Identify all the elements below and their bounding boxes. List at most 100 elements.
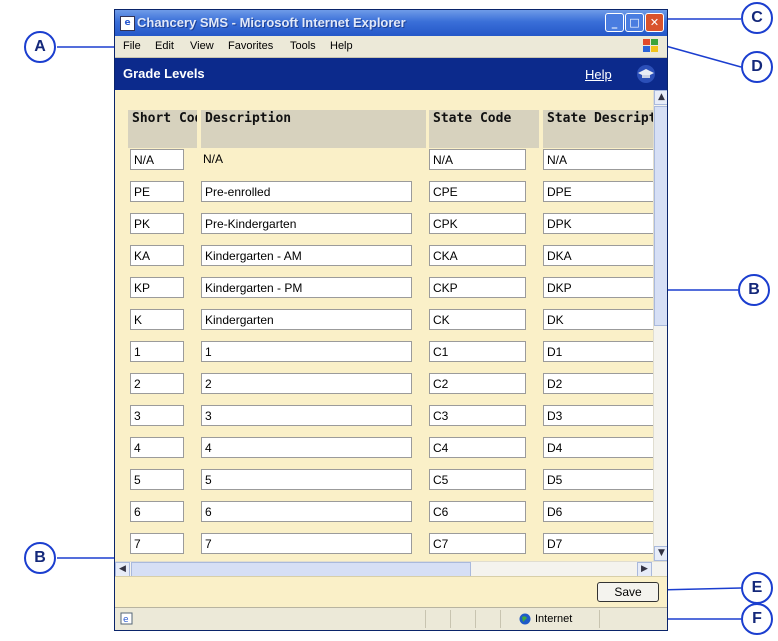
state-code-field[interactable]: C7 [429,533,526,554]
state-code-field[interactable]: C4 [429,437,526,458]
ie-icon: e [120,16,135,31]
short-code-field[interactable]: 3 [130,405,184,426]
state-code-field[interactable]: C3 [429,405,526,426]
state-description-field[interactable]: D3 [543,405,653,426]
window-title: Chancery SMS - Microsoft Internet Explor… [137,15,406,30]
state-code-field[interactable]: C1 [429,341,526,362]
description-field[interactable]: 3 [201,405,412,426]
description-field[interactable]: Kindergarten - PM [201,277,412,298]
short-code-field[interactable]: 7 [130,533,184,554]
scroll-right-icon[interactable]: ▶ [637,562,652,577]
description-field[interactable]: 4 [201,437,412,458]
minimize-button[interactable]: _ [605,13,624,32]
callout-c: C [741,2,773,34]
status-divider [475,610,476,628]
callout-b-vertical: B [738,274,770,306]
description-field[interactable]: Pre-Kindergarten [201,213,412,234]
header-short-code: Short Code [128,110,197,148]
save-button[interactable]: Save [597,582,659,602]
state-description-field[interactable]: D7 [543,533,653,554]
maximize-button[interactable]: □ [625,13,644,32]
state-description-field[interactable]: DPK [543,213,653,234]
description-field[interactable]: 5 [201,469,412,490]
state-description-field[interactable]: D5 [543,469,653,490]
state-code-field[interactable]: CK [429,309,526,330]
short-code-field[interactable]: PK [130,213,184,234]
menu-favorites[interactable]: Favorites [228,40,273,52]
state-description-field[interactable]: N/A [543,149,653,170]
status-divider [500,610,501,628]
description-field[interactable]: Kindergarten [201,309,412,330]
description-field[interactable]: 7 [201,533,412,554]
state-code-field[interactable]: CPK [429,213,526,234]
close-button[interactable]: ✕ [645,13,664,32]
browser-window: e Chancery SMS - Microsoft Internet Expl… [114,9,668,631]
grade-levels-table: Short Code Description State Code State … [115,90,653,561]
state-description-field[interactable]: DKA [543,245,653,266]
vertical-scroll-thumb[interactable] [654,106,667,326]
state-description-field[interactable]: D4 [543,437,653,458]
scroll-left-icon[interactable]: ◀ [115,562,130,577]
horizontal-scrollbar[interactable]: ◀ ▶ [115,561,667,577]
state-code-field[interactable]: C5 [429,469,526,490]
page-status-icon: e [120,612,133,625]
status-divider [599,610,600,628]
short-code-field[interactable]: KP [130,277,184,298]
short-code-field[interactable]: 5 [130,469,184,490]
short-code-field[interactable]: N/A [130,149,184,170]
header-description: Description [201,110,426,148]
menu-view[interactable]: View [190,40,214,52]
menu-edit[interactable]: Edit [155,40,174,52]
horizontal-scroll-thumb[interactable] [131,562,471,577]
page-title: Grade Levels [123,66,205,81]
action-footer: Save [115,576,667,607]
short-code-field[interactable]: PE [130,181,184,202]
security-zone: Internet [535,613,573,625]
callout-e: E [741,572,773,604]
state-description-field[interactable]: D6 [543,501,653,522]
status-bar: e Internet [115,607,667,630]
callout-f: F [741,603,773,635]
short-code-field[interactable]: 4 [130,437,184,458]
short-code-field[interactable]: KA [130,245,184,266]
scroll-up-icon[interactable]: ▲ [654,90,667,105]
state-code-field[interactable]: C6 [429,501,526,522]
short-code-field[interactable]: 2 [130,373,184,394]
short-code-field[interactable]: 6 [130,501,184,522]
menu-file[interactable]: File [123,40,141,52]
menu-tools[interactable]: Tools [290,40,316,52]
status-divider [425,610,426,628]
description-field[interactable]: 2 [201,373,412,394]
state-code-field[interactable]: CKA [429,245,526,266]
short-code-field[interactable]: K [130,309,184,330]
state-description-field[interactable]: DPE [543,181,653,202]
graduation-cap-icon [637,65,655,83]
app-header: Grade Levels Help [115,58,667,90]
title-bar[interactable]: e Chancery SMS - Microsoft Internet Expl… [115,10,667,36]
state-code-field[interactable]: N/A [429,149,526,170]
short-code-field[interactable]: 1 [130,341,184,362]
header-state-description: State Descripti [543,110,653,148]
menu-bar: File Edit View Favorites Tools Help [115,36,667,58]
description-text: N/A [203,152,224,166]
state-description-field[interactable]: D2 [543,373,653,394]
description-field[interactable]: 6 [201,501,412,522]
callout-d: D [741,51,773,83]
svg-text:e: e [123,615,129,625]
description-field[interactable]: 1 [201,341,412,362]
description-field[interactable]: Kindergarten - AM [201,245,412,266]
status-divider [450,610,451,628]
state-code-field[interactable]: CPE [429,181,526,202]
state-description-field[interactable]: DKP [543,277,653,298]
state-code-field[interactable]: C2 [429,373,526,394]
state-description-field[interactable]: DK [543,309,653,330]
globe-icon [519,613,531,625]
vertical-scrollbar[interactable]: ▲ ▼ [653,90,667,561]
state-description-field[interactable]: D1 [543,341,653,362]
description-field[interactable]: Pre-enrolled [201,181,412,202]
callout-b-horizontal: B [24,542,56,574]
scroll-down-icon[interactable]: ▼ [654,546,667,561]
state-code-field[interactable]: CKP [429,277,526,298]
menu-help[interactable]: Help [330,40,353,52]
help-link[interactable]: Help [585,67,612,82]
